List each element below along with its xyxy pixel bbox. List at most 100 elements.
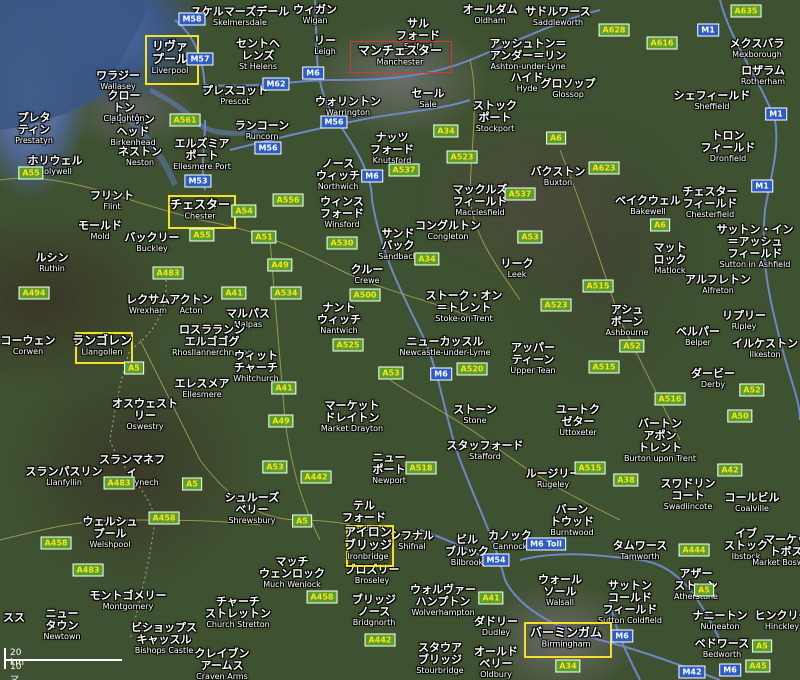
place-name-ja: ワラジー bbox=[96, 69, 140, 82]
place-name-en: Leigh bbox=[314, 47, 336, 56]
place-name-en: Swadlincote bbox=[663, 502, 713, 511]
place-name-en: Chesterfield bbox=[685, 210, 735, 219]
a-road-shield: A54 bbox=[231, 204, 257, 218]
place-name-ja: マルパス bbox=[226, 307, 270, 320]
place-label: ランコーン Runcorn bbox=[235, 120, 289, 142]
place-label: ナント ウィッチ Nantwich bbox=[317, 302, 361, 336]
place-label: アクトン Acton bbox=[169, 294, 212, 316]
motorway-shield: M62 bbox=[262, 77, 290, 91]
place-label: リー Leigh bbox=[314, 35, 336, 57]
place-name-en: Birmingham bbox=[541, 639, 591, 649]
a-road-shield: A50 bbox=[727, 409, 753, 423]
place-label: ノース ウィッチ Northwich bbox=[316, 158, 360, 192]
map-view[interactable]: スケルマーズデール Skelmersdale ウィガン Wigan オールダム Oldha… bbox=[0, 0, 800, 680]
place-label: サンド バック Sandbach bbox=[378, 228, 418, 262]
place-name-ja: アッシュトン＝ アンダー＝リン bbox=[489, 37, 567, 62]
place-name-en: Tamworth bbox=[620, 552, 660, 561]
place-label: アッパー ティーン Upper Tean bbox=[510, 342, 555, 376]
a-road-shield: A518 bbox=[405, 461, 437, 475]
place-label: ベドワース Bedworth bbox=[695, 638, 749, 660]
place-label: サットン コールド フィールド Sutton Coldfield bbox=[598, 580, 662, 626]
place-name-en: Newcastle-under-Lyme bbox=[399, 348, 491, 357]
place-name-ja: ナニートン bbox=[692, 609, 748, 622]
place-name-en: Crewe bbox=[354, 276, 380, 285]
place-name-ja: ユートク ゼター bbox=[556, 403, 600, 428]
place-name-en: Rugeley bbox=[536, 480, 570, 489]
place-name-ja: ベドワース bbox=[694, 637, 750, 650]
place-label: マーケッ トボスMarket Bosworth bbox=[752, 534, 800, 568]
place-name-ja: マーケット ドレイトン bbox=[324, 399, 380, 424]
place-name-ja: シェフィールド bbox=[673, 89, 751, 102]
place-label: ビショップス キャッスル Bishops Castle bbox=[131, 622, 197, 656]
place-name-en: Oldbury bbox=[480, 670, 512, 679]
motorway-shield: M42 bbox=[678, 665, 706, 679]
place-name-ja: セントヘ レンズ bbox=[236, 37, 280, 62]
place-name-ja: ダービー bbox=[691, 367, 735, 380]
a-road-shield: A483 bbox=[72, 563, 104, 577]
place-name-ja: ヒンクリー bbox=[754, 609, 800, 622]
place-name-en: Prescot bbox=[220, 97, 250, 106]
place-label: ルージリー Rugeley bbox=[526, 468, 581, 490]
a-road-shield: A623 bbox=[588, 161, 620, 175]
place-name-ja: ブリッジ ノース bbox=[352, 593, 396, 618]
a-road-shield: A530 bbox=[326, 236, 358, 250]
place-name-en: Flint bbox=[103, 202, 121, 211]
a-road-shield: A41 bbox=[271, 381, 297, 395]
place-name-ja: オスウェスト リー bbox=[112, 397, 178, 422]
a-road-shield: A34 bbox=[555, 659, 581, 673]
place-label: アシュ ボーン Ashbourne bbox=[606, 304, 649, 338]
place-name-en: Prestatyn bbox=[15, 136, 53, 145]
place-name-en: Acton bbox=[179, 306, 203, 315]
place-label: ネストン Neston bbox=[118, 146, 162, 168]
place-name-ja: テル フォード bbox=[342, 499, 386, 524]
place-label: イルケストン Ilkeston bbox=[732, 338, 798, 360]
place-label: マックルズ フィールド Macclesfield bbox=[453, 184, 508, 218]
place-name-en: Bedworth bbox=[702, 650, 742, 659]
place-name-en: Manchester bbox=[376, 57, 424, 67]
place-name-en: Newport bbox=[372, 476, 406, 485]
a-road-shield: A442 bbox=[364, 633, 396, 647]
place-name-ja: プレスコット bbox=[202, 84, 268, 97]
place-name-en: Belper bbox=[685, 338, 711, 347]
place-label: クレイブン アームス Craven Arms bbox=[195, 648, 250, 680]
a-road-shield: A483 bbox=[103, 476, 135, 490]
place-label: ランゴレン Llangollen bbox=[72, 334, 132, 358]
place-name-ja: プレタ ティン bbox=[17, 111, 51, 136]
place-name-en: Nuneaton bbox=[700, 622, 740, 631]
place-name-ja: ニュー ポート bbox=[372, 451, 406, 476]
place-name-ja: チャーチ ストレットン bbox=[205, 595, 271, 620]
place-name-ja: コールビル bbox=[724, 491, 780, 504]
a-road-shield: A537 bbox=[388, 163, 420, 177]
place-label: メクスバラ Mexborough bbox=[730, 38, 785, 60]
place-name-ja: バーミンガム bbox=[529, 625, 603, 640]
place-name-en: Uttoxeter bbox=[559, 428, 597, 437]
place-name-en: Nantwich bbox=[320, 326, 358, 335]
a-road-shield: A6 bbox=[546, 131, 566, 145]
a-road-shield: A458 bbox=[40, 536, 72, 550]
a-road-shield: A500 bbox=[349, 288, 381, 302]
place-label: ウィンス フォード Winsford bbox=[320, 196, 364, 230]
place-name-en: Church Stretton bbox=[206, 620, 270, 629]
place-label: シュルーズ ベリー Shrewsbury bbox=[225, 492, 279, 526]
place-name-en: Market Bosworth bbox=[752, 558, 800, 567]
place-label: ナッツ フォード Knutsford bbox=[370, 132, 414, 166]
place-label: ストック ポート Stockport bbox=[473, 100, 517, 134]
motorway-shield: M54 bbox=[482, 553, 510, 567]
place-name-ja: リーク bbox=[500, 257, 534, 270]
place-label: スタウア ブリッジ Stourbridge bbox=[416, 642, 463, 676]
a-road-shield: A49 bbox=[267, 258, 293, 272]
place-name-en: Claughton bbox=[103, 114, 145, 123]
place-label: モールド Mold bbox=[78, 220, 122, 242]
place-label: ストーク・オン ＝トレント Stoke-on-Trent bbox=[426, 290, 503, 324]
place-name-en: Ashbourne bbox=[605, 328, 649, 337]
place-label: モントゴメリー Montgomery bbox=[90, 590, 167, 612]
place-name-en: Derby bbox=[700, 380, 726, 389]
place-name-en: Chester bbox=[184, 211, 216, 221]
place-name-ja: ストーク・オン ＝トレント bbox=[425, 289, 503, 314]
place-label: バーン トウッド Burntwood bbox=[550, 504, 594, 538]
place-name-en: Mexborough bbox=[732, 50, 782, 59]
place-name-ja: シフナル bbox=[390, 529, 434, 542]
place-name-en: Buckley bbox=[136, 244, 168, 253]
a-road-shield: A520 bbox=[456, 362, 488, 376]
place-name-ja: オールド ベリー bbox=[474, 645, 518, 670]
